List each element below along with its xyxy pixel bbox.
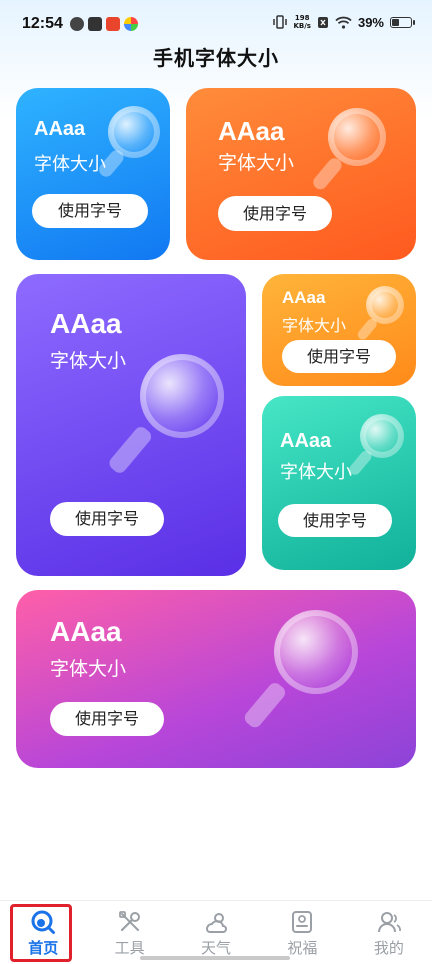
network-speed: 198 KB/s bbox=[293, 14, 310, 30]
card-label: 字体大小 bbox=[34, 154, 106, 175]
use-font-size-button[interactable]: 使用字号 bbox=[278, 504, 392, 537]
network-speed-value: 198 bbox=[294, 14, 310, 22]
font-size-card-6[interactable]: AAaa 字体大小 使用字号 bbox=[16, 590, 416, 768]
sample-text: AAaa bbox=[50, 308, 122, 339]
nav-item-greetings[interactable]: 祝福 bbox=[259, 901, 345, 964]
sample-text: AAaa bbox=[34, 118, 86, 140]
notification-icons bbox=[70, 17, 138, 31]
use-font-size-button[interactable]: 使用字号 bbox=[218, 196, 332, 231]
nav-label-home: 首页 bbox=[28, 939, 59, 957]
font-size-card-5[interactable]: AAaa 字体大小 使用字号 bbox=[262, 396, 416, 570]
card-label: 字体大小 bbox=[282, 316, 347, 335]
profile-icon bbox=[377, 912, 401, 933]
sample-text: AAaa bbox=[50, 616, 122, 647]
sample-text: AAaa bbox=[280, 430, 332, 452]
card-label: 字体大小 bbox=[280, 462, 352, 483]
sample-text: AAaa bbox=[218, 116, 285, 146]
home-search-icon bbox=[31, 910, 56, 934]
nav-item-home[interactable]: 首页 bbox=[0, 901, 86, 964]
nav-item-weather[interactable]: 天气 bbox=[173, 901, 259, 964]
app-notification-icon bbox=[124, 17, 138, 31]
weather-icon bbox=[206, 913, 227, 933]
use-font-size-button[interactable]: 使用字号 bbox=[32, 194, 148, 228]
vibrate-icon bbox=[273, 15, 288, 29]
font-size-card-1[interactable]: AAaa 字体大小 使用字号 bbox=[16, 88, 170, 260]
nav-label-greetings: 祝福 bbox=[287, 939, 318, 957]
app-notification-icon bbox=[88, 17, 102, 31]
status-bar: 12:54 198 KB/s 39% bbox=[0, 0, 432, 48]
nav-label-profile: 我的 bbox=[373, 939, 404, 957]
status-time: 12:54 bbox=[22, 15, 63, 32]
app-notification-icon bbox=[70, 17, 84, 31]
battery-fill bbox=[392, 18, 399, 26]
nav-label-weather: 天气 bbox=[201, 939, 232, 957]
tools-icon bbox=[118, 911, 140, 932]
font-size-card-3[interactable]: AAaa 字体大小 使用字号 bbox=[16, 274, 246, 576]
nav-item-profile[interactable]: 我的 bbox=[346, 901, 432, 964]
sim-icon bbox=[317, 16, 328, 28]
card-label: 字体大小 bbox=[50, 658, 127, 680]
font-size-card-2[interactable]: AAaa 字体大小 使用字号 bbox=[186, 88, 416, 260]
page-title: 手机字体大小 bbox=[153, 46, 279, 70]
battery-icon bbox=[390, 16, 415, 28]
nav-label-tools: 工具 bbox=[114, 939, 145, 957]
network-speed-unit: KB/s bbox=[293, 22, 311, 30]
use-font-size-button[interactable]: 使用字号 bbox=[282, 340, 396, 373]
nav-item-tools[interactable]: 工具 bbox=[86, 901, 172, 964]
use-font-size-button[interactable]: 使用字号 bbox=[50, 702, 164, 736]
sample-text: AAaa bbox=[282, 288, 326, 307]
bottom-nav: 首页 工具 天气 祝福 我的 bbox=[0, 900, 432, 964]
card-label: 字体大小 bbox=[218, 152, 295, 174]
battery-percent: 39% bbox=[357, 14, 384, 30]
greeting-card-icon bbox=[292, 911, 313, 933]
wifi-icon bbox=[335, 16, 352, 29]
font-size-card-4[interactable]: AAaa 字体大小 使用字号 bbox=[262, 274, 416, 386]
app-notification-icon bbox=[106, 17, 120, 31]
status-indicators: 198 KB/s 39% bbox=[273, 14, 415, 30]
home-indicator[interactable] bbox=[140, 956, 290, 960]
use-font-size-button[interactable]: 使用字号 bbox=[50, 502, 164, 536]
card-label: 字体大小 bbox=[50, 350, 127, 372]
